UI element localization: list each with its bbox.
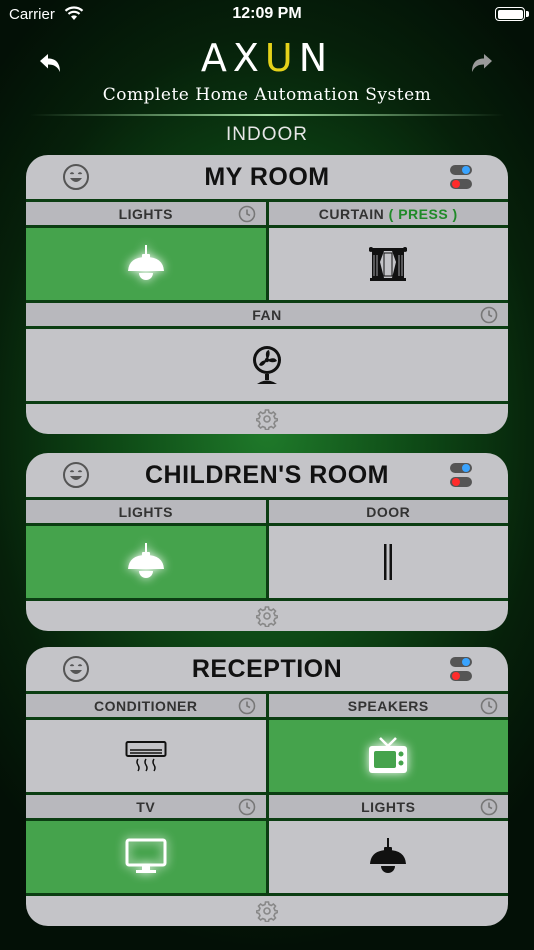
device-tile-door[interactable]: DOOR bbox=[268, 500, 509, 598]
device-tile-conditioner[interactable]: CONDITIONER bbox=[26, 694, 266, 792]
air-conditioner-icon bbox=[125, 741, 167, 772]
device-label: LIGHTS bbox=[118, 206, 173, 222]
device-label-bar: FAN bbox=[26, 303, 508, 329]
device-label-bar: DOOR bbox=[268, 500, 508, 526]
app-logo: AXUN bbox=[0, 36, 534, 80]
clock-icon[interactable] bbox=[480, 798, 498, 816]
device-label-bar: LIGHTS bbox=[26, 202, 266, 228]
device-toggle[interactable] bbox=[269, 228, 509, 300]
device-toggle[interactable] bbox=[26, 329, 508, 401]
device-tile-tv[interactable]: TV bbox=[26, 795, 266, 893]
toggle-switch-icon[interactable] bbox=[450, 462, 472, 488]
device-tile-fan[interactable]: FAN bbox=[26, 303, 508, 401]
ceiling-lamp-icon bbox=[127, 543, 164, 578]
device-tile-lights[interactable]: LIGHTS bbox=[268, 795, 509, 893]
room-card-reception: RECEPTION CONDITIONER SPEAKERS TV LIGHTS bbox=[26, 647, 508, 926]
device-label-bar: LIGHTS bbox=[268, 795, 508, 821]
door-icon bbox=[384, 544, 393, 580]
device-label: LIGHTS bbox=[118, 504, 173, 520]
device-label-bar: CURTAIN ( PRESS ) bbox=[268, 202, 508, 228]
battery-icon bbox=[495, 7, 529, 21]
forward-arrow-icon[interactable] bbox=[468, 50, 496, 78]
device-label: CONDITIONER bbox=[94, 698, 198, 714]
press-hint: ( PRESS ) bbox=[388, 206, 458, 222]
clock-icon[interactable] bbox=[480, 697, 498, 715]
room-card-childrens-room: CHILDREN'S ROOM LIGHTS DOOR bbox=[26, 453, 508, 631]
device-tile-lights[interactable]: LIGHTS bbox=[26, 202, 266, 300]
device-toggle[interactable] bbox=[26, 526, 266, 598]
device-label: SPEAKERS bbox=[347, 698, 429, 714]
device-toggle[interactable] bbox=[268, 720, 508, 792]
logo-text-accent: U bbox=[264, 36, 299, 80]
device-label-bar: SPEAKERS bbox=[268, 694, 508, 720]
gear-icon[interactable] bbox=[256, 900, 278, 922]
device-label-bar: CONDITIONER bbox=[26, 694, 266, 720]
device-label: CURTAIN bbox=[318, 206, 385, 222]
device-toggle[interactable] bbox=[26, 821, 266, 893]
clock-icon[interactable] bbox=[238, 205, 256, 223]
device-toggle[interactable] bbox=[269, 526, 509, 598]
toggle-switch-icon[interactable] bbox=[450, 164, 472, 190]
room-card-my-room: MY ROOM LIGHTS CURTAIN ( PRESS ) FAN bbox=[26, 155, 508, 434]
device-toggle[interactable] bbox=[26, 720, 266, 792]
device-tile-curtain[interactable]: CURTAIN ( PRESS ) bbox=[268, 202, 509, 300]
room-header: MY ROOM bbox=[26, 155, 508, 199]
curtain-icon bbox=[369, 247, 408, 281]
app-subtitle: Complete Home Automation System bbox=[102, 85, 432, 105]
logo-text-start: AX bbox=[200, 36, 265, 80]
device-label: LIGHTS bbox=[361, 799, 416, 815]
gear-icon[interactable] bbox=[256, 408, 278, 430]
device-label-bar: TV bbox=[26, 795, 266, 821]
device-tile-lights[interactable]: LIGHTS bbox=[26, 500, 266, 598]
section-title: INDOOR bbox=[226, 124, 308, 145]
room-footer bbox=[26, 404, 508, 434]
device-tile-speakers[interactable]: SPEAKERS bbox=[268, 694, 508, 792]
gear-icon[interactable] bbox=[256, 605, 278, 627]
ceiling-lamp-icon bbox=[127, 245, 164, 280]
header-divider bbox=[30, 114, 504, 116]
clock-icon[interactable] bbox=[238, 697, 256, 715]
room-footer bbox=[26, 896, 508, 926]
room-header: CHILDREN'S ROOM bbox=[26, 453, 508, 497]
toggle-switch-icon[interactable] bbox=[450, 656, 472, 682]
device-toggle[interactable] bbox=[26, 228, 266, 300]
device-label: TV bbox=[136, 799, 156, 815]
clock-icon[interactable] bbox=[480, 306, 498, 324]
room-title: RECEPTION bbox=[191, 655, 343, 683]
room-header: RECEPTION bbox=[26, 647, 508, 691]
speaker-icon bbox=[369, 737, 408, 773]
room-title: MY ROOM bbox=[204, 163, 330, 191]
status-bar: Carrier 12:09 PM bbox=[0, 0, 534, 28]
device-label-bar: LIGHTS bbox=[26, 500, 266, 526]
device-label: FAN bbox=[252, 307, 282, 323]
fan-icon bbox=[253, 346, 281, 384]
room-footer bbox=[26, 601, 508, 631]
app-header: AXUN Complete Home Automation System bbox=[0, 28, 534, 118]
room-title: CHILDREN'S ROOM bbox=[145, 461, 389, 489]
tv-icon bbox=[125, 838, 167, 873]
clock-icon[interactable] bbox=[238, 798, 256, 816]
logo-text-end: N bbox=[298, 36, 334, 80]
device-toggle[interactable] bbox=[269, 821, 509, 893]
device-label: DOOR bbox=[366, 504, 411, 520]
ceiling-lamp-icon bbox=[370, 838, 407, 873]
clock-time: 12:09 PM bbox=[232, 5, 302, 22]
